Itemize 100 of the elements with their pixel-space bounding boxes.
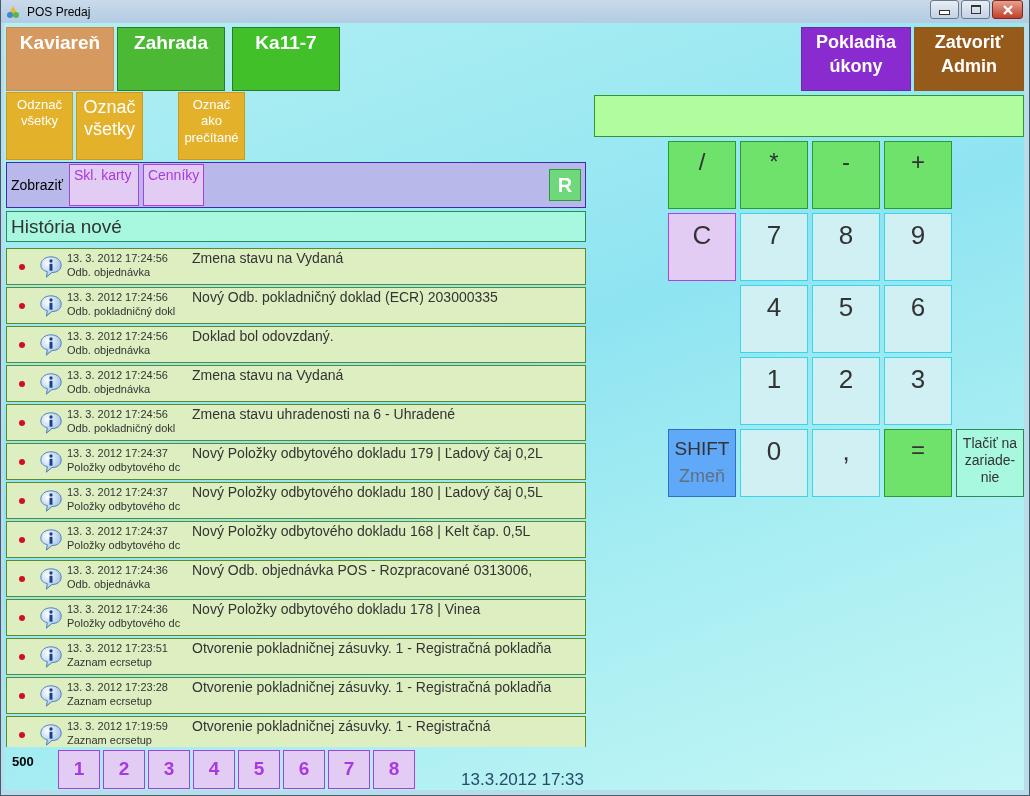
- keypad-key[interactable]: SHIFT Zmeň: [668, 429, 736, 497]
- action-button[interactable]: Pokladňa úkony: [801, 27, 911, 91]
- window-title: POS Predaj: [27, 4, 91, 19]
- info-icon: [39, 645, 63, 669]
- unread-dot: [19, 420, 25, 426]
- entry-message: Nový Položky odbytového dokladu 180 | Ľadový čaj 0,5L: [192, 484, 544, 500]
- info-icon: [39, 255, 63, 279]
- keypad-key[interactable]: 5: [812, 285, 880, 353]
- entry-time: 13. 3. 2012 17:24:36: [67, 564, 169, 576]
- history-entry[interactable]: 13. 3. 2012 17:24:56 Odb. objednávka Zmena stavu na Vydaná: [6, 248, 586, 285]
- date-time: 13.3.2012 17:33: [461, 770, 584, 790]
- unread-dot: [19, 498, 25, 504]
- record-count: 500: [11, 754, 35, 769]
- entry-source: Zaznam ecrsetup: [67, 734, 153, 746]
- entry-time: 13. 3. 2012 17:24:56: [67, 291, 169, 303]
- history-entry[interactable]: 13. 3. 2012 17:24:56 Odb. pokladničný dokl Nový Odb. pokladničný doklad (ECR) 203000335: [6, 287, 586, 324]
- entry-message: Zmena stavu na Vydaná: [192, 250, 345, 266]
- info-icon: [39, 528, 63, 552]
- info-icon: [39, 684, 63, 708]
- unread-dot: [19, 342, 25, 348]
- entry-source: Zaznam ecrsetup: [67, 695, 153, 707]
- info-icon: [39, 372, 63, 396]
- unread-dot: [19, 732, 25, 738]
- unread-dot: [19, 615, 25, 621]
- action-button[interactable]: Zatvoriť Admin: [914, 27, 1024, 91]
- entry-time: 13. 3. 2012 17:24:56: [67, 330, 169, 342]
- entry-time: 13. 3. 2012 17:19:59: [67, 720, 169, 732]
- keypad-key[interactable]: 7: [740, 213, 808, 281]
- entry-message: Nový Položky odbytového dokladu 179 | Ľadový čaj 0,2L: [192, 445, 544, 461]
- entry-message: Nový Položky odbytového dokladu 178 | Vinea: [192, 601, 482, 617]
- keypad-key[interactable]: 1: [740, 357, 808, 425]
- entry-source: Odb. pokladničný dokl: [67, 422, 177, 434]
- keypad-key[interactable]: Tlačiť na zariade-nie: [956, 429, 1024, 497]
- keypad-key[interactable]: 6: [884, 285, 952, 353]
- entry-source: Položky odbytového dc: [67, 500, 182, 512]
- info-icon: [39, 606, 63, 630]
- info-icon: [39, 333, 63, 357]
- entry-message: Zmena stavu na Vydaná: [192, 367, 345, 383]
- unread-dot: [19, 381, 25, 387]
- history-entry[interactable]: 13. 3. 2012 17:24:37 Položky odbytového dc Nový Položky odbytového dokladu 180 | Ľadový čaj 0,5L: [6, 482, 586, 519]
- info-icon: [39, 294, 63, 318]
- minimize-button[interactable]: [930, 0, 959, 19]
- info-icon: [39, 450, 63, 474]
- keypad-key[interactable]: ,: [812, 429, 880, 497]
- keypad-key[interactable]: 2: [812, 357, 880, 425]
- display-field[interactable]: [594, 95, 1024, 137]
- unread-dot: [19, 693, 25, 699]
- keypad-key[interactable]: 4: [740, 285, 808, 353]
- keypad-key[interactable]: 3: [884, 357, 952, 425]
- entry-time: 13. 3. 2012 17:24:56: [67, 252, 169, 264]
- entry-time: 13. 3. 2012 17:24:36: [67, 603, 169, 615]
- entry-source: Zaznam ecrsetup: [67, 656, 153, 668]
- history-entry[interactable]: 13. 3. 2012 17:23:51 Zaznam ecrsetup Otvorenie pokladničnej zásuvky. 1 - Registračná pokladňa: [6, 638, 586, 675]
- history-entry[interactable]: 13. 3. 2012 17:24:56 Odb. objednávka Zmena stavu na Vydaná: [6, 365, 586, 402]
- history-entry[interactable]: 13. 3. 2012 17:24:56 Odb. objednávka Doklad bol odovzdaný.: [6, 326, 586, 363]
- keypad-key[interactable]: /: [668, 141, 736, 209]
- keypad-key[interactable]: 9: [884, 213, 952, 281]
- entry-message: Zmena stavu uhradenosti na 6 - Uhradené: [192, 406, 457, 422]
- entry-message: Otvorenie pokladničnej zásuvky. 1 - Registračná: [192, 718, 492, 734]
- keypad-key[interactable]: C: [668, 213, 736, 281]
- entry-time: 13. 3. 2012 17:24:37: [67, 486, 169, 498]
- history-header: História nové: [6, 211, 586, 242]
- entry-time: 13. 3. 2012 17:23:28: [67, 681, 169, 693]
- history-entry[interactable]: 13. 3. 2012 17:24:37 Položky odbytového dc Nový Položky odbytového dokladu 179 | Ľadový čaj 0,2L: [6, 443, 586, 480]
- history-entry[interactable]: 13. 3. 2012 17:24:37 Položky odbytového dc Nový Položky odbytového dokladu 168 | Kelt čap. 0,5L: [6, 521, 586, 558]
- entry-source: Položky odbytového dc: [67, 539, 182, 551]
- filter-label: Zobraziť: [11, 177, 63, 193]
- history-entry[interactable]: 13. 3. 2012 17:24:36 Položky odbytového dc Nový Položky odbytového dokladu 178 | Vinea: [6, 599, 586, 636]
- keypad-key[interactable]: 0: [740, 429, 808, 497]
- maximize-button[interactable]: [961, 0, 990, 19]
- entry-message: Otvorenie pokladničnej zásuvky. 1 - Registračná pokladňa: [192, 679, 553, 695]
- entry-time: 13. 3. 2012 17:24:37: [67, 525, 169, 537]
- entry-message: Nový Odb. objednávka POS - Rozpracované 0313006,: [192, 562, 534, 578]
- entry-source: Odb. pokladničný dokl: [67, 305, 177, 317]
- keypad-key[interactable]: -: [812, 141, 880, 209]
- entry-time: 13. 3. 2012 17:24:56: [67, 369, 169, 381]
- entry-source: Odb. objednávka: [67, 383, 152, 395]
- unread-dot: [19, 576, 25, 582]
- info-icon: [39, 489, 63, 513]
- keypad-key[interactable]: *: [740, 141, 808, 209]
- history-entry[interactable]: 13. 3. 2012 17:24:36 Odb. objednávka Nový Odb. objednávka POS - Rozpracované 0313006,: [6, 560, 586, 597]
- unread-dot: [19, 537, 25, 543]
- history-entry[interactable]: 13. 3. 2012 17:24:56 Odb. pokladničný dokl Zmena stavu uhradenosti na 6 - Uhradené: [6, 404, 586, 441]
- close-button[interactable]: [992, 0, 1023, 19]
- keypad-key[interactable]: =: [884, 429, 952, 497]
- unread-dot: [19, 459, 25, 465]
- info-icon: [39, 567, 63, 591]
- entry-source: Odb. objednávka: [67, 578, 152, 590]
- entry-source: Odb. objednávka: [67, 344, 152, 356]
- info-icon: [39, 411, 63, 435]
- entry-time: 13. 3. 2012 17:23:51: [67, 642, 169, 654]
- entry-time: 13. 3. 2012 17:24:56: [67, 408, 169, 420]
- history-entry[interactable]: 13. 3. 2012 17:19:59 Zaznam ecrsetup Otvorenie pokladničnej zásuvky. 1 - Registračná: [6, 716, 586, 747]
- history-entry[interactable]: 13. 3. 2012 17:23:28 Zaznam ecrsetup Otvorenie pokladničnej zásuvky. 1 - Registračná pokladňa: [6, 677, 586, 714]
- unread-dot: [19, 264, 25, 270]
- unread-dot: [19, 654, 25, 660]
- keypad-key[interactable]: +: [884, 141, 952, 209]
- entry-message: Otvorenie pokladničnej zásuvky. 1 - Registračná pokladňa: [192, 640, 553, 656]
- close-icon: [1001, 4, 1014, 15]
- keypad-key[interactable]: 8: [812, 213, 880, 281]
